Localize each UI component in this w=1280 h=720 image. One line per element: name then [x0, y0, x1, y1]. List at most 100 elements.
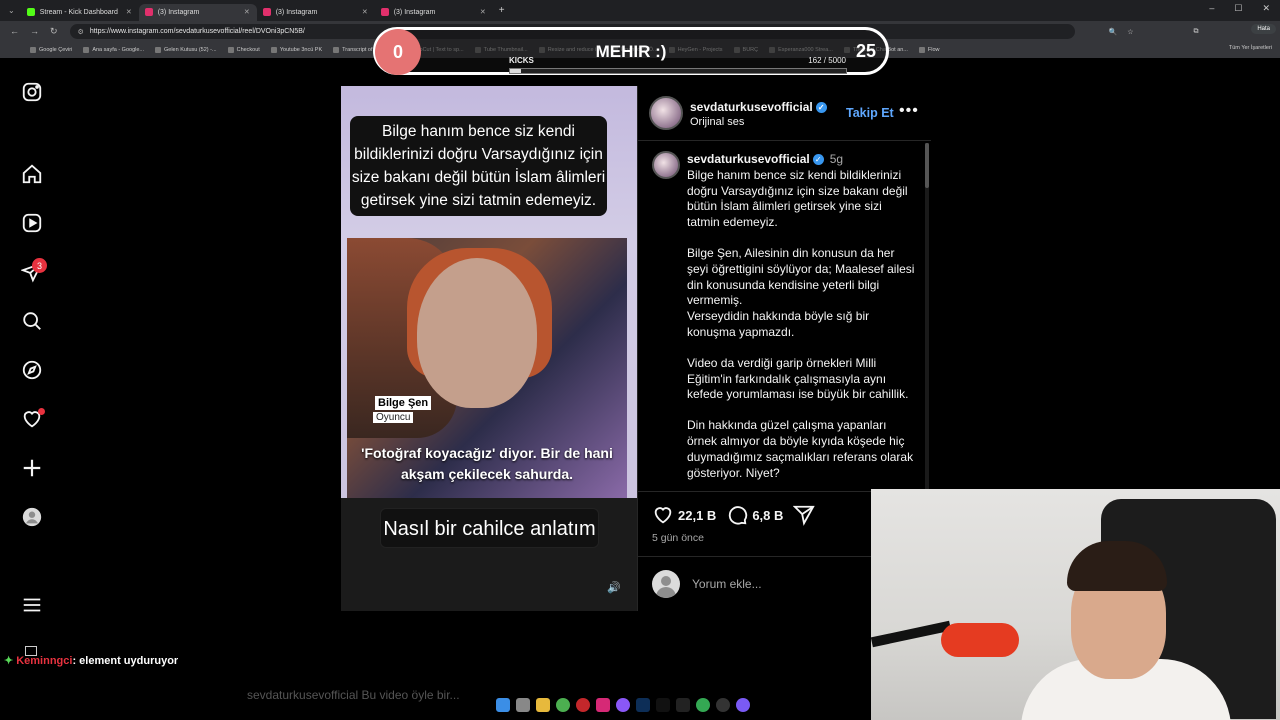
photoshop-icon[interactable]: [636, 698, 650, 712]
comment-row: Yorum ekle...: [652, 570, 762, 598]
instagram-favicon-icon: [144, 8, 153, 16]
create-plus-icon[interactable]: [20, 456, 44, 480]
author-username[interactable]: sevdaturkusevofficial ✓: [690, 100, 827, 114]
author-username-text[interactable]: sevdaturkusevofficial: [690, 100, 813, 114]
instagram-favicon-icon: [262, 8, 271, 16]
menu-hamburger-icon[interactable]: [20, 593, 44, 617]
comment-bubble-icon: [729, 506, 748, 525]
bookmark-item[interactable]: Google Çeviri: [30, 47, 72, 53]
bookmark-item[interactable]: Youtube 3ncü PK: [270, 47, 322, 53]
author-avatar[interactable]: [649, 96, 683, 130]
chat-badge-icon: ✦: [4, 655, 14, 667]
browser-tab-instagram-active[interactable]: (3) Instagram ✕: [138, 3, 257, 21]
chrome-active-icon[interactable]: [696, 698, 710, 712]
speaker-face: [417, 258, 537, 408]
chat-username: Keminngci: [16, 655, 73, 667]
windows-start-icon[interactable]: [496, 698, 510, 712]
kick-favicon-icon: [26, 8, 35, 16]
reel-video-frame: Bilge Şen Oyuncu 'Fotoğraf koyacağız' di…: [347, 238, 627, 498]
zoom-icon[interactable]: 🔍: [1109, 28, 1118, 36]
url-text: https://www.instagram.com/sevdaturkusevo…: [89, 28, 305, 35]
opera-icon[interactable]: [576, 698, 590, 712]
messenger-icon[interactable]: [616, 698, 630, 712]
reel-video[interactable]: Bilge hanım bence siz kendi bildiklerini…: [341, 86, 637, 611]
follow-button[interactable]: Takip Et: [846, 106, 894, 120]
back-icon[interactable]: ←: [10, 26, 19, 37]
browser-tab-instagram[interactable]: (3) Instagram ✕: [375, 4, 493, 21]
reel-bottom-caption: Nasıl bir cahilce anlatım: [380, 508, 599, 548]
comment-button[interactable]: 6,8 B: [726, 504, 783, 526]
video-subtitle: 'Fotoğraf koyacağız' diyor. Bir de hani …: [361, 445, 613, 482]
close-tab-icon[interactable]: ✕: [362, 8, 368, 16]
new-tab-icon[interactable]: +: [499, 5, 505, 16]
extensions-icon[interactable]: ⧉: [1194, 28, 1199, 36]
kicks-progress-bar: [509, 68, 847, 74]
task-view-icon[interactable]: [516, 698, 530, 712]
kicks-label: KICKS: [509, 56, 534, 65]
site-info-icon[interactable]: ⚙: [78, 28, 84, 36]
tiktok-icon[interactable]: [656, 698, 670, 712]
reels-icon[interactable]: [20, 211, 44, 235]
all-bookmarks[interactable]: Tüm Yer İşaretleri: [1229, 45, 1272, 51]
caption-paragraph: Bilge Şen, Ailesinin din konusun da her …: [687, 245, 915, 339]
reload-icon[interactable]: ↻: [50, 26, 58, 37]
bookmark-favicon-icon: [155, 47, 161, 53]
caption-paragraph: Video da verdiği garip örnekleri Milli E…: [687, 355, 909, 402]
caption-paragraph: Din hakkında güzel çalışma yapanları örn…: [687, 418, 914, 480]
caption-author-avatar[interactable]: [652, 151, 680, 179]
forward-icon[interactable]: →: [30, 26, 39, 37]
chrome-icon[interactable]: [556, 698, 570, 712]
profile-avatar-icon[interactable]: [20, 505, 44, 529]
minimize-icon[interactable]: –: [1209, 3, 1214, 14]
caption-username[interactable]: sevdaturkusevofficial: [687, 152, 810, 166]
caption-scrollbar[interactable]: [925, 143, 929, 489]
bookmark-label: Gelen Kutusu (52) -...: [164, 47, 217, 53]
mic-arm: [871, 620, 952, 648]
browser-tab-strip: ⌄ Stream - Kick Dashboard ✕ (3) Instagra…: [0, 0, 1280, 21]
chat-text: : element uyduruyor: [72, 655, 179, 667]
tab-title: Stream - Kick Dashboard: [39, 8, 118, 16]
home-icon[interactable]: [20, 162, 44, 186]
volume-icon[interactable]: 🔊: [607, 581, 621, 594]
scrollbar-thumb[interactable]: [925, 143, 929, 188]
bookmark-item[interactable]: Ana sayfa - Google...: [83, 47, 144, 53]
obs-icon[interactable]: [716, 698, 730, 712]
close-tab-icon[interactable]: ✕: [244, 8, 250, 16]
notification-badge: 3: [32, 258, 47, 273]
instagram-icon[interactable]: [596, 698, 610, 712]
capcut-icon[interactable]: [676, 698, 690, 712]
search-icon[interactable]: [20, 309, 44, 333]
bookmark-favicon-icon: [333, 47, 340, 53]
close-tab-icon[interactable]: ✕: [480, 8, 486, 16]
tab-list-icon[interactable]: ⌄: [8, 6, 15, 15]
verified-badge-icon: ✓: [815, 102, 827, 114]
like-button[interactable]: 22,1 B: [652, 504, 716, 526]
maximize-icon[interactable]: ☐: [1234, 3, 1242, 14]
window-controls: – ☐ ✕: [1209, 3, 1270, 14]
microphone: [941, 623, 1019, 657]
bookmark-item[interactable]: Gelen Kutusu (52) -...: [155, 47, 217, 53]
bookmark-favicon-icon: [30, 47, 36, 53]
share-button[interactable]: [793, 504, 816, 526]
profile-button[interactable]: Hata: [1251, 24, 1276, 34]
file-explorer-icon[interactable]: [536, 698, 550, 712]
bookmark-star-icon[interactable]: ☆: [1127, 28, 1133, 36]
more-options-icon[interactable]: •••: [899, 102, 919, 120]
bookmark-favicon-icon: [227, 47, 234, 53]
notification-dot: [38, 408, 45, 415]
comment-input[interactable]: Yorum ekle...: [692, 577, 762, 591]
app-icon[interactable]: [736, 698, 750, 712]
background-ghost-text: sevdaturkusevofficial Bu video öyle bir.…: [247, 688, 460, 702]
speaker-role-tag: Oyuncu: [373, 412, 414, 423]
instagram-logo-icon[interactable]: [20, 80, 44, 104]
bookmark-item[interactable]: Checkout: [227, 47, 260, 53]
browser-tab-kick[interactable]: Stream - Kick Dashboard ✕: [21, 4, 139, 21]
close-window-icon[interactable]: ✕: [1262, 3, 1270, 14]
streamer-webcam: [871, 489, 1280, 720]
audio-label[interactable]: Orijinal ses: [690, 116, 744, 128]
stream-overlay: 0 MEHIR :) 25 KICKS 162 / 5000: [373, 27, 889, 75]
close-tab-icon[interactable]: ✕: [126, 8, 132, 16]
browser-tab-instagram[interactable]: (3) Instagram ✕: [257, 4, 375, 21]
explore-compass-icon[interactable]: [20, 358, 44, 382]
bookmark-item[interactable]: Flow: [918, 47, 940, 53]
